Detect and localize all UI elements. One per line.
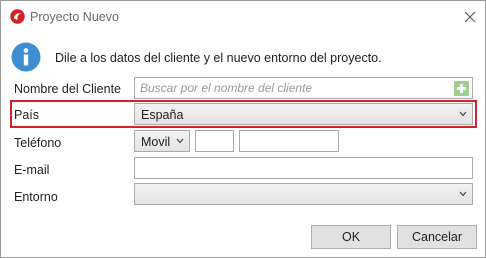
add-client-button[interactable] — [454, 81, 469, 96]
phone-number-field — [239, 130, 339, 152]
info-icon — [11, 42, 41, 72]
country-select[interactable]: España — [134, 103, 473, 125]
country-selected-value: España — [141, 108, 184, 122]
new-project-dialog: Proyecto Nuevo Dile a los datos del clie… — [0, 0, 486, 258]
phone-type-value: Movil — [141, 135, 171, 149]
cancel-button[interactable]: Cancelar — [397, 225, 477, 249]
email-input[interactable] — [135, 158, 472, 178]
phone-prefix-input[interactable] — [196, 131, 233, 151]
app-logo-icon — [10, 9, 25, 24]
environment-label: Entorno — [14, 190, 58, 204]
email-field — [134, 157, 473, 179]
phone-number-input[interactable] — [240, 131, 338, 151]
title-bar: Proyecto Nuevo — [1, 1, 485, 33]
close-button[interactable] — [456, 3, 484, 31]
close-icon — [464, 11, 476, 23]
client-search-input[interactable] — [135, 78, 472, 98]
phone-label: Teléfono — [14, 136, 62, 150]
window-title: Proyecto Nuevo — [30, 10, 119, 24]
chevron-down-icon — [459, 191, 467, 197]
chevron-down-icon — [459, 111, 467, 117]
info-message: Dile a los datos del cliente y el nuevo … — [55, 51, 382, 65]
phone-prefix-field — [195, 130, 234, 152]
email-label: E-mail — [14, 163, 50, 177]
phone-type-select[interactable]: Movil — [134, 130, 190, 152]
client-name-label: Nombre del Cliente — [14, 82, 121, 96]
ok-button[interactable]: OK — [311, 225, 391, 249]
client-search-field — [134, 77, 473, 99]
chevron-down-icon — [176, 138, 184, 144]
environment-select[interactable] — [134, 183, 473, 205]
country-label: País — [14, 108, 40, 122]
